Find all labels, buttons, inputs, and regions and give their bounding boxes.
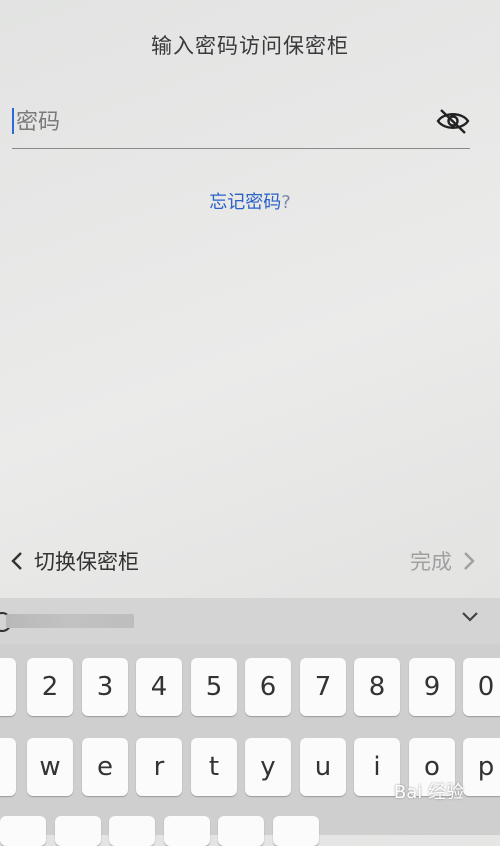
key[interactable]: 9	[409, 658, 455, 716]
key[interactable]: 0	[463, 658, 500, 716]
key-row-partial[interactable]	[218, 816, 264, 846]
key[interactable]: 7	[300, 658, 346, 716]
keyboard-suggestion-bar	[0, 598, 500, 644]
key[interactable]: t	[191, 738, 237, 796]
bottom-action-bar: 切换保密柜 完成	[0, 540, 500, 585]
key[interactable]: y	[245, 738, 291, 796]
done-label: 完成	[410, 550, 452, 574]
password-input[interactable]	[16, 100, 416, 144]
eye-hidden-icon[interactable]	[436, 106, 470, 136]
password-row	[12, 100, 470, 149]
key[interactable]: e	[82, 738, 128, 796]
done-button[interactable]: 完成	[410, 546, 476, 576]
forgot-question-mark: ?	[281, 192, 291, 213]
key-q-partial[interactable]	[0, 738, 16, 796]
switch-vault-label: 切换保密柜	[34, 550, 139, 574]
page-title: 输入密码访问保密柜	[151, 34, 349, 58]
key[interactable]: 2	[27, 658, 73, 716]
forgot-password-row: 忘记密码?	[0, 188, 500, 214]
key[interactable]: 6	[245, 658, 291, 716]
key-row-partial[interactable]	[0, 816, 46, 846]
switch-vault-button[interactable]: 切换保密柜	[10, 546, 139, 576]
key-row-partial[interactable]	[164, 816, 210, 846]
text-caret	[12, 108, 14, 134]
key-row-partial[interactable]	[273, 816, 319, 846]
key[interactable]: 4	[136, 658, 182, 716]
key[interactable]: 8	[354, 658, 400, 716]
chevron-right-icon	[464, 552, 475, 570]
suggestion-placeholder	[6, 614, 134, 628]
key[interactable]: w	[27, 738, 73, 796]
watermark-logo: Bai 经验	[393, 782, 464, 803]
key-row-partial[interactable]	[109, 816, 155, 846]
chevron-left-icon	[11, 552, 22, 570]
chevron-down-icon[interactable]	[460, 610, 480, 624]
key-1-partial[interactable]	[0, 658, 16, 716]
forgot-password-link[interactable]: 忘记密码	[209, 192, 281, 213]
key-row-partial[interactable]	[55, 816, 101, 846]
key[interactable]: p	[463, 738, 500, 796]
key[interactable]: 5	[191, 658, 237, 716]
key[interactable]: 3	[82, 658, 128, 716]
key[interactable]: r	[136, 738, 182, 796]
key[interactable]: u	[300, 738, 346, 796]
